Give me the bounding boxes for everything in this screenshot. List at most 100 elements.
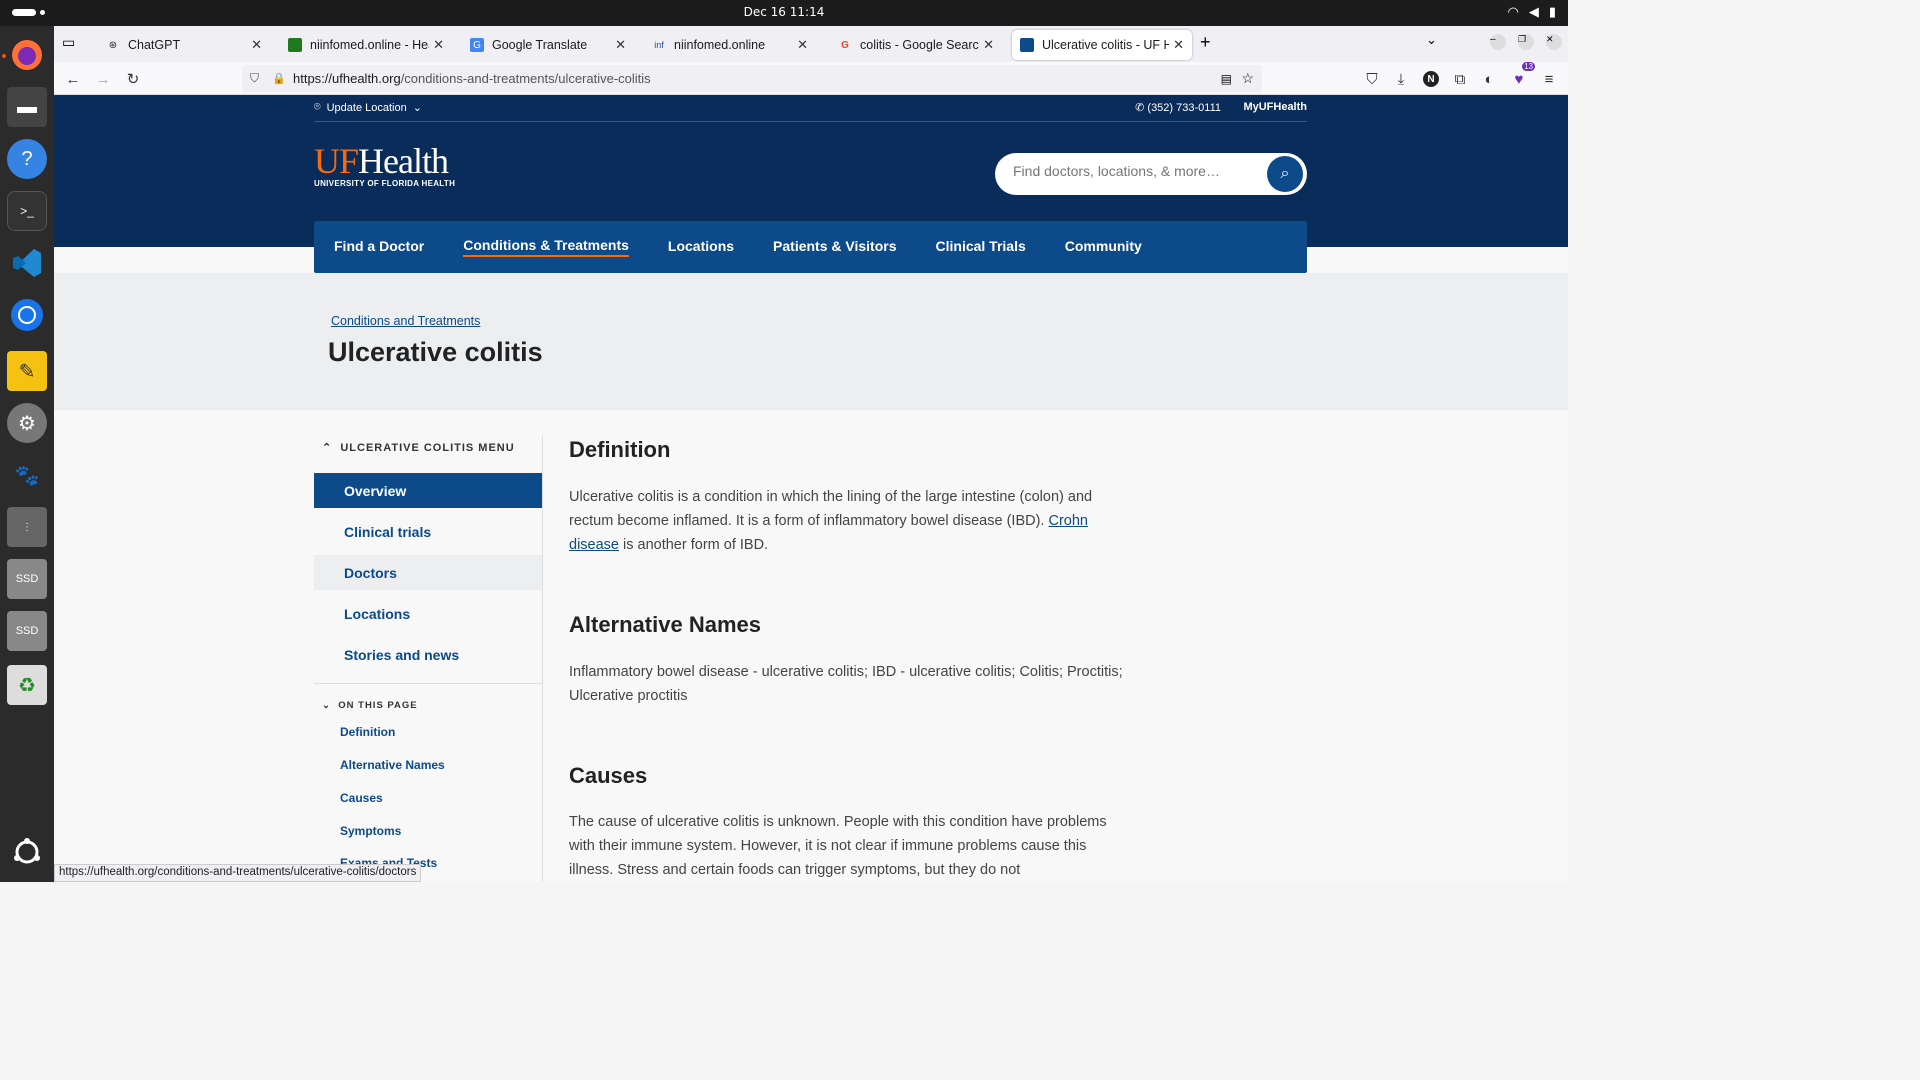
toc-symptoms[interactable]: Symptoms bbox=[340, 824, 401, 838]
close-tab-icon[interactable]: ✕ bbox=[983, 37, 994, 53]
nav-clinical-trials[interactable]: Clinical Trials bbox=[936, 238, 1026, 256]
terminal-icon[interactable]: >_ bbox=[7, 191, 47, 231]
chevron-up-icon: ⌃ bbox=[322, 442, 333, 454]
tab-google-search[interactable]: G colitis - Google Search ✕ bbox=[830, 30, 1002, 60]
list-tabs-chevron-icon[interactable]: ⌄ bbox=[1426, 32, 1437, 48]
toc-alternative-names[interactable]: Alternative Names bbox=[340, 758, 445, 772]
extensions-puzzle-icon[interactable]: ⧉ bbox=[1449, 68, 1471, 90]
lock-icon[interactable]: 🔒 bbox=[272, 72, 286, 85]
close-tab-icon[interactable]: ✕ bbox=[1173, 37, 1184, 53]
tab-ufhealth-active[interactable]: Ulcerative colitis - UF He ✕ bbox=[1012, 30, 1192, 60]
sidebar-menu-toggle[interactable]: ⌃ ULCERATIVE COLITIS MENU bbox=[322, 441, 515, 454]
alternative-names-paragraph: Inflammatory bowel disease - ulcerative … bbox=[569, 664, 1123, 704]
help-icon[interactable]: ? bbox=[7, 139, 47, 179]
chevron-down-icon: ⌄ bbox=[412, 102, 422, 114]
toc-causes[interactable]: Causes bbox=[340, 791, 383, 805]
update-location-button[interactable]: ⌾ Update Location ⌄ bbox=[314, 101, 422, 114]
downloads-icon[interactable]: ⤓ bbox=[1390, 68, 1412, 90]
tab-bar: ▭ ⊛ ChatGPT ✕ niinfomed.online - Healt ✕… bbox=[54, 26, 1568, 62]
bookmark-star-icon[interactable]: ☆ bbox=[1241, 70, 1254, 87]
shield-icon[interactable]: ⛉ bbox=[250, 71, 259, 86]
nav-community[interactable]: Community bbox=[1065, 238, 1142, 256]
extension-badge: 13 bbox=[1522, 62, 1535, 71]
definition-paragraph: Ulcerative colitis is a condition in whi… bbox=[569, 489, 1093, 553]
battery-icon: ▮ bbox=[1548, 4, 1556, 19]
extension-icon[interactable]: ◐ bbox=[1478, 68, 1500, 90]
close-tab-icon[interactable]: ✕ bbox=[615, 37, 626, 53]
sidebar-item-clinical-trials[interactable]: Clinical trials bbox=[314, 514, 543, 549]
wifi-icon: ◠ bbox=[1507, 4, 1519, 19]
system-clock[interactable]: Dec 16 11:14 bbox=[0, 5, 1568, 19]
extension-shield-icon[interactable]: ♥ 13 bbox=[1508, 62, 1535, 90]
minimize-window-icon[interactable]: – bbox=[1490, 34, 1506, 50]
ufhealth-logo[interactable]: UFHealth UNIVERSITY OF FLORIDA HEALTH bbox=[314, 140, 455, 188]
divider bbox=[314, 683, 543, 684]
ufhealth-favicon-icon bbox=[1020, 38, 1034, 52]
back-arrow-icon[interactable]: ← bbox=[62, 68, 84, 90]
firefox-icon[interactable] bbox=[7, 35, 47, 75]
sidebar-item-stories-news[interactable]: Stories and news bbox=[314, 637, 543, 672]
page-title-area: Conditions and Treatments Ulcerative col… bbox=[54, 273, 1568, 410]
tab-chatgpt[interactable]: ⊛ ChatGPT ✕ bbox=[98, 30, 270, 60]
tab-niinfomed[interactable]: inf niinfomed.online ✕ bbox=[644, 30, 816, 60]
gimp-icon[interactable]: 🐾 bbox=[7, 455, 47, 495]
reload-icon[interactable]: ↻ bbox=[122, 68, 144, 90]
google-translate-favicon-icon: G bbox=[470, 38, 484, 52]
system-tray[interactable]: ◠ ◀ ▮ bbox=[1508, 4, 1557, 20]
settings-icon[interactable]: ⚙ bbox=[7, 403, 47, 443]
tab-niinfomed-health[interactable]: niinfomed.online - Healt ✕ bbox=[280, 30, 452, 60]
on-this-page-toggle[interactable]: ⌄ ON THIS PAGE bbox=[322, 700, 418, 711]
niinfomed-favicon-icon bbox=[288, 38, 302, 52]
drive-icon[interactable]: ⋮ bbox=[7, 507, 47, 547]
phone-link[interactable]: ✆ (352) 733-0111 bbox=[1135, 101, 1221, 114]
search-button[interactable]: ⌕ bbox=[1267, 156, 1303, 192]
forward-arrow-icon[interactable]: → bbox=[92, 68, 114, 90]
url-path: /conditions-and-treatments/ulcerative-co… bbox=[400, 71, 651, 86]
page-title: Ulcerative colitis bbox=[328, 337, 543, 367]
files-icon[interactable]: ▬ bbox=[7, 87, 47, 127]
system-top-bar: Dec 16 11:14 ◠ ◀ ▮ bbox=[0, 0, 1568, 26]
nav-conditions-treatments[interactable]: Conditions & Treatments bbox=[463, 237, 629, 257]
definition-heading: Definition bbox=[569, 437, 671, 462]
status-bar-url: https://ufhealth.org/conditions-and-trea… bbox=[54, 864, 422, 882]
nav-locations[interactable]: Locations bbox=[668, 238, 734, 256]
ssd-drive-icon[interactable]: SSD bbox=[7, 559, 47, 599]
google-favicon-icon: G bbox=[841, 39, 849, 51]
causes-paragraph: The cause of ulcerative colitis is unkno… bbox=[569, 814, 1107, 878]
sidebar-item-locations[interactable]: Locations bbox=[314, 596, 543, 631]
show-apps-icon[interactable] bbox=[7, 832, 47, 872]
sidebar-item-doctors[interactable]: Doctors bbox=[314, 555, 543, 590]
chatgpt-favicon-icon: ⊛ bbox=[108, 39, 118, 51]
account-avatar-icon[interactable]: N bbox=[1423, 71, 1439, 87]
nav-patients-visitors[interactable]: Patients & Visitors bbox=[773, 238, 896, 256]
sidebar: ⌃ ULCERATIVE COLITIS MENU Overview Clini… bbox=[314, 435, 543, 882]
hamburger-menu-icon[interactable]: ≡ bbox=[1538, 68, 1560, 90]
close-tab-icon[interactable]: ✕ bbox=[433, 37, 444, 53]
ssd-drive-icon[interactable]: SSD bbox=[7, 611, 47, 651]
vscode-icon[interactable] bbox=[7, 243, 47, 283]
causes-heading: Causes bbox=[569, 763, 648, 788]
search-input[interactable] bbox=[1013, 163, 1253, 179]
text-editor-icon[interactable]: ✎ bbox=[7, 351, 47, 391]
close-window-icon[interactable]: ✕ bbox=[1546, 34, 1562, 50]
breadcrumb[interactable]: Conditions and Treatments bbox=[331, 314, 480, 328]
volume-icon: ◀ bbox=[1528, 4, 1539, 19]
address-bar[interactable]: ⛉ 🔒 https://ufhealth.org/conditions-and-… bbox=[242, 65, 1262, 92]
web-page: ⌾ Update Location ⌄ ✆ (352) 733-0111 MyU… bbox=[54, 95, 1568, 882]
sidebar-item-overview[interactable]: Overview bbox=[314, 473, 543, 508]
nav-toolbar: ← → ↻ ⛉ 🔒 https://ufhealth.org/condition… bbox=[54, 62, 1568, 95]
phone-icon: ✆ bbox=[1135, 102, 1145, 114]
restore-window-icon[interactable]: ❐ bbox=[1518, 34, 1534, 50]
new-tab-icon[interactable]: + bbox=[1200, 32, 1211, 53]
reader-view-icon[interactable]: ▤ bbox=[1221, 72, 1232, 86]
myufhealth-link[interactable]: MyUFHealth bbox=[1243, 101, 1307, 113]
chromium-icon[interactable] bbox=[7, 295, 47, 335]
pocket-icon[interactable]: ⛉ bbox=[1361, 68, 1383, 90]
tab-google-translate[interactable]: G Google Translate ✕ bbox=[462, 30, 634, 60]
toc-definition[interactable]: Definition bbox=[340, 725, 395, 739]
close-tab-icon[interactable]: ✕ bbox=[797, 37, 808, 53]
trash-icon[interactable]: ♻ bbox=[7, 665, 47, 705]
firefox-view-icon[interactable]: ▭ bbox=[62, 34, 75, 51]
close-tab-icon[interactable]: ✕ bbox=[251, 37, 262, 53]
nav-find-a-doctor[interactable]: Find a Doctor bbox=[334, 238, 424, 256]
